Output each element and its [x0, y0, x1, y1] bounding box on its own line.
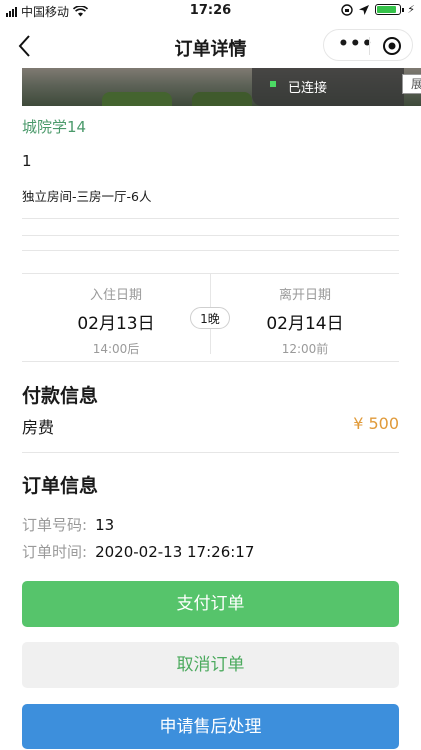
- checkout-time: 12:00前: [281, 342, 329, 356]
- room-fee-label: 房费: [22, 418, 55, 437]
- battery-icon: [375, 4, 405, 15]
- status-bar: 中国移动 17:26 ⚡: [0, 0, 421, 24]
- capsule-divider: [369, 37, 370, 55]
- payment-section-title: 付款信息: [22, 385, 99, 407]
- room-number: 1: [22, 152, 32, 170]
- checkout-label: 离开日期: [278, 288, 331, 303]
- status-right: ⚡: [341, 3, 415, 16]
- pay-order-button[interactable]: 支付订单: [22, 581, 399, 627]
- location-icon: [359, 4, 370, 15]
- stay-dates: 入住日期 02月13日 14:00后 1晚 离开日期 02月14日 12:00前: [22, 274, 399, 362]
- connection-status: 已连接: [288, 81, 328, 96]
- order-time-label: 订单时间:: [22, 543, 88, 561]
- nav-bar: 订单详情 •••: [0, 24, 421, 68]
- cancel-order-button[interactable]: 取消订单: [22, 642, 399, 688]
- order-time-row: 订单时间: 2020-02-13 17:26:17: [22, 541, 254, 562]
- divider: [22, 250, 399, 251]
- order-section-title: 订单信息: [22, 475, 99, 497]
- charging-icon: ⚡: [407, 3, 415, 16]
- checkin-block: 入住日期 02月13日 14:00后: [22, 274, 210, 357]
- divider: [22, 361, 399, 362]
- school-name: 城院学14: [22, 118, 87, 136]
- divider: [22, 452, 399, 453]
- rotation-lock-icon: [341, 3, 353, 16]
- order-number-label: 订单号码:: [22, 516, 88, 534]
- after-sales-button[interactable]: 申请售后处理: [22, 704, 399, 749]
- checkin-label: 入住日期: [89, 288, 142, 303]
- order-number-value: 13: [95, 516, 115, 534]
- room-fee-value: ¥ 500: [353, 414, 399, 433]
- connection-overlay: 已连接: [252, 68, 404, 106]
- checkout-block: 离开日期 02月14日 12:00前: [211, 274, 399, 357]
- divider: [22, 235, 399, 236]
- checkin-date: 02月13日: [77, 314, 155, 334]
- order-time-value: 2020-02-13 17:26:17: [95, 543, 255, 561]
- order-number-row: 订单号码: 13: [22, 514, 114, 535]
- expand-button[interactable]: 展: [402, 74, 421, 94]
- checkin-time: 14:00后: [92, 342, 140, 356]
- room-type: 独立房间-三房一厅-6人: [22, 189, 152, 204]
- divider: [22, 218, 399, 219]
- close-circle-icon[interactable]: [382, 36, 402, 56]
- checkout-date: 02月14日: [266, 314, 344, 334]
- mini-program-capsule: •••: [323, 29, 413, 61]
- connection-dot-icon: [270, 81, 276, 87]
